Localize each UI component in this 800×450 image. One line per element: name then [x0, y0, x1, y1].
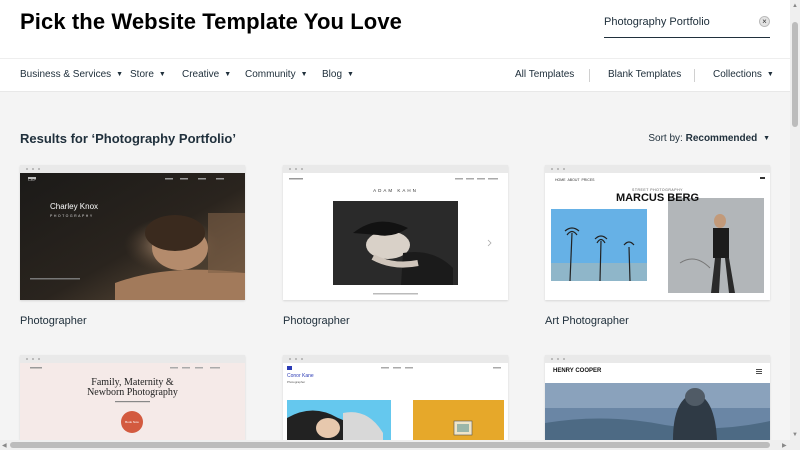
- nav-collections[interactable]: Collections ▼: [713, 69, 774, 80]
- template-preview[interactable]: HENRY COOPER: [545, 355, 770, 440]
- page-title: Pick the Website Template You Love: [20, 9, 402, 34]
- browser-bar: [20, 165, 245, 173]
- scrollbar-thumb[interactable]: [792, 22, 798, 127]
- browser-bar: [545, 355, 770, 363]
- sort-value: Recommended: [685, 133, 758, 144]
- preview-image: [20, 363, 245, 440]
- template-name: Art Photographer: [545, 315, 629, 327]
- preview-title: MARCUS BERG: [615, 192, 700, 204]
- template-preview[interactable]: CKP Charley Knox PHOTOGRAPHY: [20, 165, 245, 300]
- template-preview[interactable]: Family, Maternity & Newborn Photography …: [20, 355, 245, 440]
- chevron-down-icon: ▼: [300, 71, 308, 78]
- nav-community[interactable]: Community ▼: [245, 69, 308, 80]
- nav-blank-templates[interactable]: Blank Templates: [608, 69, 681, 80]
- chevron-down-icon: ▼: [224, 71, 232, 78]
- results-title: Results for ‘Photography Portfolio’: [20, 131, 236, 146]
- chevron-down-icon: ▼: [116, 71, 124, 78]
- vertical-scrollbar[interactable]: ▲ ▼: [790, 0, 800, 440]
- template-name: Photographer: [283, 315, 350, 327]
- template-preview[interactable]: HOME ABOUT PRICES STREET PHOTOGRAPHY MAR…: [545, 165, 770, 300]
- chevron-down-icon: ▼: [347, 71, 354, 78]
- scrollbar-thumb[interactable]: [10, 442, 770, 448]
- preview-image: [20, 173, 245, 300]
- template-preview[interactable]: Conor Kane Photographer: [283, 355, 508, 440]
- chevron-down-icon: ▼: [158, 71, 166, 78]
- clear-search-icon[interactable]: ×: [759, 16, 770, 27]
- nav-business-services[interactable]: Business & Services ▼: [20, 69, 123, 80]
- preview-title: Conor Kane: [287, 373, 314, 379]
- preview-title: ADAM KAHN: [373, 188, 418, 193]
- preview-logo: CKP: [28, 177, 37, 182]
- nav-blog[interactable]: Blog ▼: [322, 69, 354, 80]
- template-name: Photographer: [20, 315, 87, 327]
- scroll-right-icon[interactable]: ▶: [782, 442, 787, 449]
- search-box[interactable]: ×: [604, 8, 770, 38]
- preview-button: Book Now: [125, 420, 139, 424]
- browser-bar: [283, 355, 508, 363]
- scroll-down-icon[interactable]: ▼: [792, 432, 798, 438]
- sort-dropdown[interactable]: Sort by: Recommended ▼: [648, 133, 770, 144]
- nav-all-templates[interactable]: All Templates: [515, 69, 574, 80]
- horizontal-scrollbar[interactable]: ◀ ▶: [0, 440, 800, 450]
- preview-title: Family, Maternity & Newborn Photography: [87, 377, 178, 398]
- nav-creative[interactable]: Creative ▼: [182, 69, 231, 80]
- preview-subtitle: Photographer: [287, 380, 306, 384]
- chevron-down-icon: ▼: [766, 71, 774, 78]
- browser-bar: [283, 165, 508, 173]
- scroll-up-icon[interactable]: ▲: [792, 3, 798, 9]
- preview-image: [545, 363, 770, 440]
- search-input[interactable]: [604, 12, 752, 32]
- scroll-left-icon[interactable]: ◀: [2, 442, 7, 449]
- preview-menu: HOME ABOUT PRICES: [555, 178, 595, 182]
- preview-subtitle: PHOTOGRAPHY: [50, 214, 94, 218]
- nav-divider: [589, 69, 590, 82]
- sort-label: Sort by:: [648, 133, 683, 144]
- preview-image: [283, 363, 508, 440]
- nav-divider: [694, 69, 695, 82]
- nav-store[interactable]: Store ▼: [130, 69, 166, 80]
- preview-title: Charley Knox: [50, 202, 99, 211]
- template-preview[interactable]: ADAM KAHN: [283, 165, 508, 300]
- browser-bar: [545, 165, 770, 173]
- preview-title: HENRY COOPER: [553, 368, 602, 374]
- header: Pick the Website Template You Love ×: [0, 0, 790, 58]
- browser-bar: [20, 355, 245, 363]
- category-nav: Business & Services ▼ Store ▼ Creative ▼ Co…: [0, 58, 790, 92]
- chevron-down-icon: ▼: [763, 135, 770, 142]
